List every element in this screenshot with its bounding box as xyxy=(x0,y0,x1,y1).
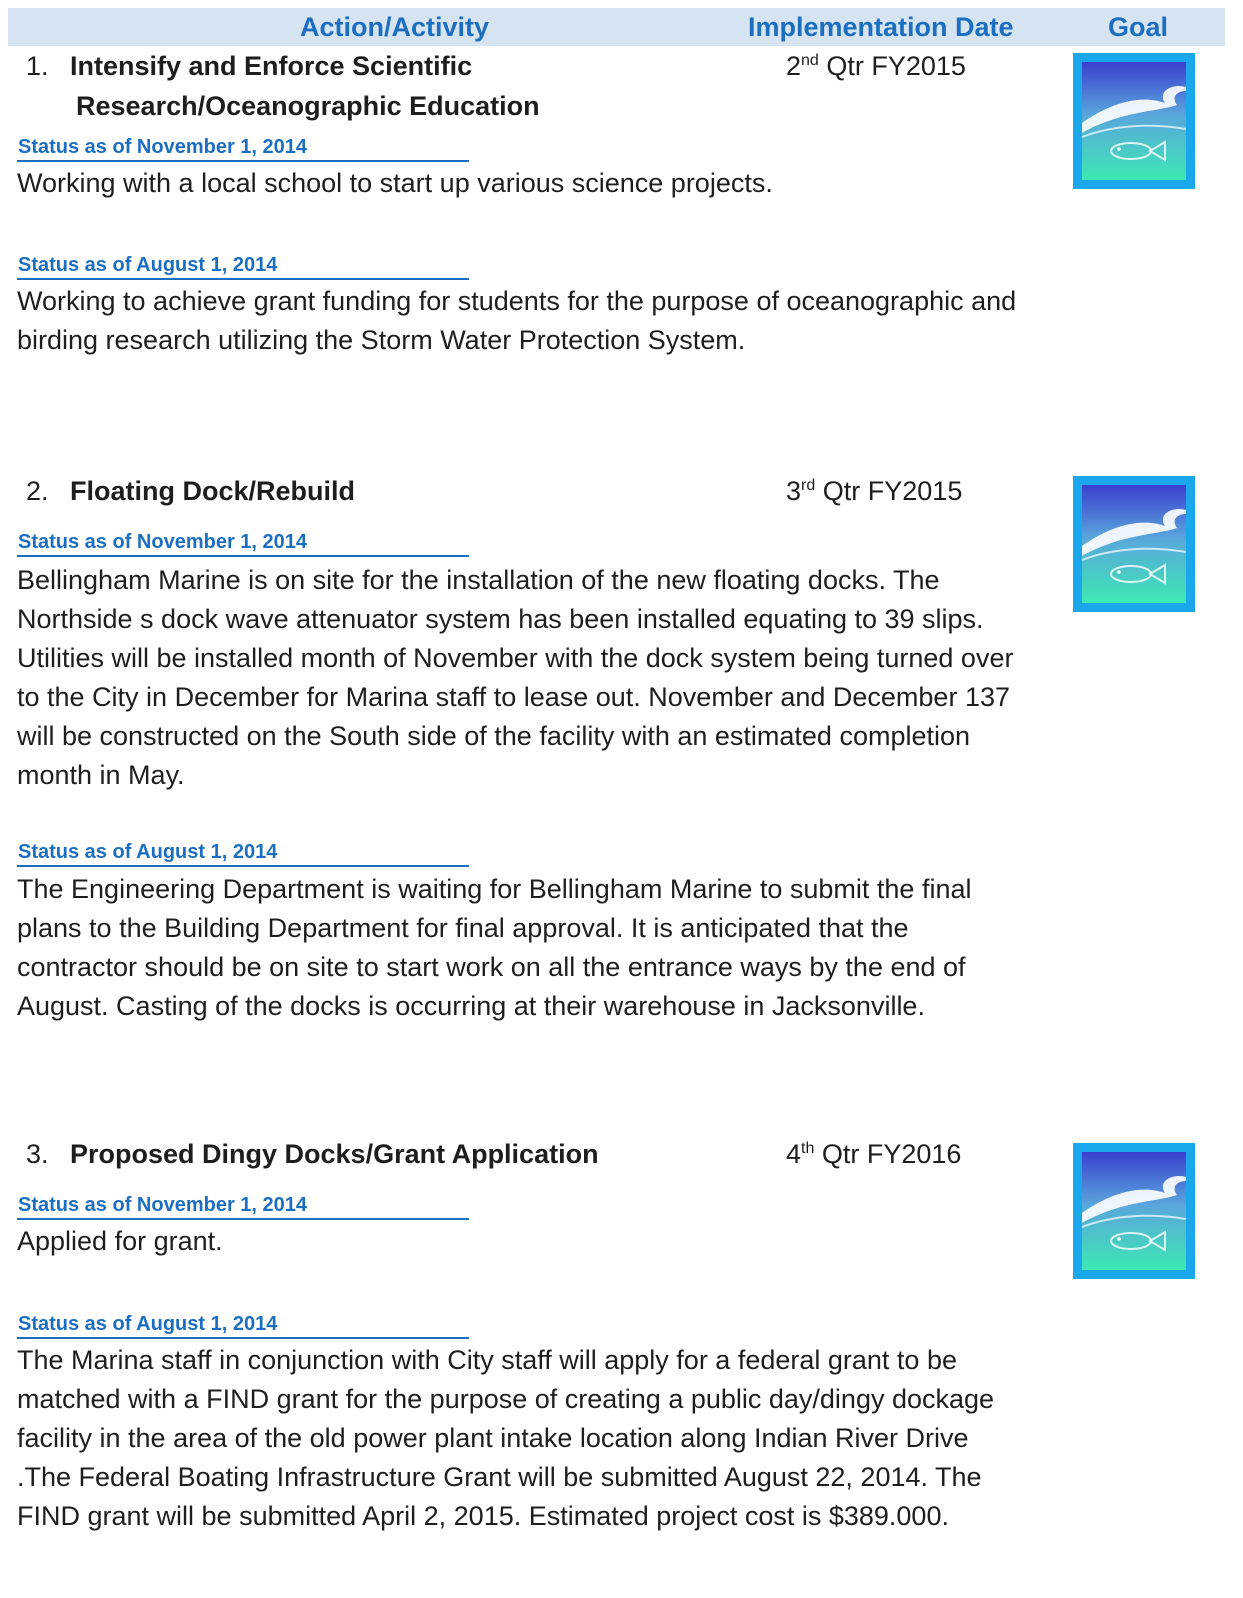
item-2-implementation-date: 3rd Qtr FY2015 xyxy=(786,476,963,506)
item-number: 2. xyxy=(26,476,49,506)
wave-fish-icon xyxy=(1073,476,1195,612)
status-text: Applied for grant. xyxy=(17,1226,223,1256)
status-header: Status as of November 1, 2014 xyxy=(17,529,469,557)
status-header: Status as of November 1, 2014 xyxy=(17,134,469,162)
item-1-title-line2: Research/Oceanographic Education xyxy=(76,91,540,121)
header-goal: Goal xyxy=(1108,12,1169,42)
item-2-heading: 2. Floating Dock/Rebuild xyxy=(26,471,355,511)
status-text: The Marina staff in conjunction with Cit… xyxy=(17,1345,995,1531)
header-action-activity: Action/Activity xyxy=(300,12,490,42)
item-3-heading: 3. Proposed Dingy Docks/Grant Application xyxy=(26,1134,599,1174)
wave-fish-icon xyxy=(1073,53,1195,189)
status-header: Status as of November 1, 2014 xyxy=(17,1192,469,1220)
item-3-implementation-date: 4th Qtr FY2016 xyxy=(786,1139,962,1169)
item-title: Floating Dock/Rebuild xyxy=(70,476,356,506)
header-implementation-date: Implementation Date xyxy=(748,12,1014,42)
item-number: 1. xyxy=(26,51,49,81)
status-text: The Engineering Department is waiting fo… xyxy=(17,874,972,1021)
item-1-implementation-date: 2nd Qtr FY2015 xyxy=(786,51,966,81)
table-header-bar xyxy=(8,8,1225,46)
wave-fish-icon xyxy=(1073,1143,1195,1279)
status-header: Status as of August 1, 2014 xyxy=(17,839,469,867)
status-text: Bellingham Marine is on site for the ins… xyxy=(17,565,1014,790)
item-title: Proposed Dingy Docks/Grant Application xyxy=(70,1139,599,1169)
item-number: 3. xyxy=(26,1139,49,1169)
item-title: Intensify and Enforce Scientific xyxy=(70,51,473,81)
status-text: Working with a local school to start up … xyxy=(17,168,773,198)
item-1-heading: 1. Intensify and Enforce Scientific xyxy=(26,46,472,86)
status-text: Working to achieve grant funding for stu… xyxy=(17,286,1017,355)
status-header: Status as of August 1, 2014 xyxy=(17,1311,469,1339)
status-header: Status as of August 1, 2014 xyxy=(17,252,469,280)
